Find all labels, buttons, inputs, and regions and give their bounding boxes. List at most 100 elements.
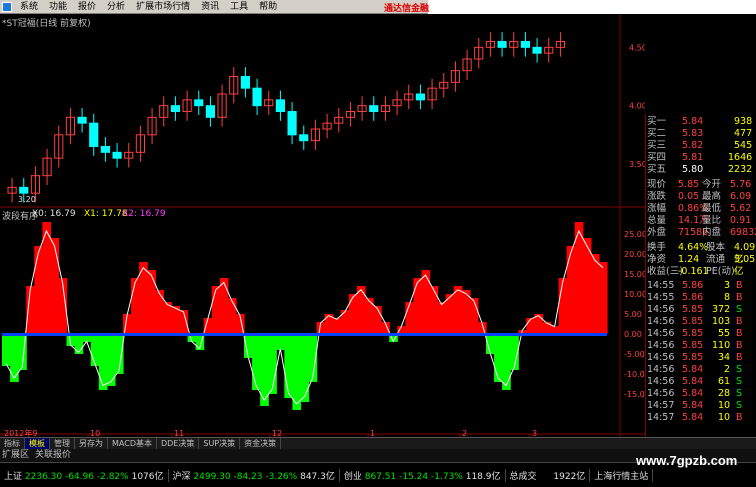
indicator-bar <box>526 318 535 334</box>
indicator-tab[interactable]: MACD基本 <box>108 438 157 449</box>
quote-row: 现价 5.85 今开 5.76 <box>646 179 754 191</box>
indicator-bar <box>155 290 164 334</box>
quote-row: 买二 5.83 477 <box>646 128 754 140</box>
kline-candle <box>89 122 99 147</box>
indicator-bar <box>502 334 511 390</box>
bid-label: 买一 <box>647 116 667 127</box>
indicator-tab[interactable]: DDE决策 <box>157 438 200 449</box>
indicator-bar <box>566 246 576 334</box>
kline-candle <box>287 111 297 136</box>
tick-price: 5.85 <box>682 352 704 363</box>
indicator-bar <box>494 334 503 382</box>
bid-volume: 477 <box>734 128 753 139</box>
bid-price: 5.83 <box>682 128 704 139</box>
indicator-bar <box>276 334 285 350</box>
indicator-bar <box>340 310 350 334</box>
tick-volume: 28 <box>718 388 731 399</box>
tick-price: 5.84 <box>682 364 704 375</box>
stat-value: 5.62 <box>730 203 752 214</box>
tick-price: 5.85 <box>682 316 704 327</box>
tick-flag: B <box>736 412 743 423</box>
tick-volume: 34 <box>718 352 731 363</box>
brand-text: 通达信金融 <box>384 4 430 14</box>
status-site[interactable]: 上海行情主站 <box>590 468 654 482</box>
stat-value: -0.161 <box>678 266 709 277</box>
quote-row: 外盘71586内盘69832 <box>646 227 756 239</box>
tick-flag: S <box>736 400 743 411</box>
zone-related-quote[interactable]: 关联报价 <box>35 449 71 462</box>
quote-row: 涨跌 0.05 最高 6.09 <box>646 191 754 203</box>
zero-band <box>2 333 607 336</box>
kline-candle <box>252 87 262 107</box>
menu-analysis[interactable]: 分析 <box>102 0 131 14</box>
indicator-bar <box>373 306 382 334</box>
quote-row: 14:57 5.84 10 B <box>646 412 754 424</box>
chart-canvas[interactable]: 4.504.003.503.2025.0020.0015.0010.005.00… <box>0 14 645 437</box>
stat-label: 涨幅 <box>647 203 667 214</box>
status-hs[interactable]: 沪深 2499.30 -84.23 -3.26% 847.3亿 <box>169 468 340 482</box>
indicator-x2: X2: 16.79 <box>122 209 166 219</box>
tick-flag: S <box>736 304 743 315</box>
indicator-bar <box>469 298 479 334</box>
indicator-tab[interactable]: 管理 <box>50 438 75 449</box>
stat-label: 净资 <box>647 254 667 265</box>
tick-flag: S <box>736 376 743 387</box>
quote-row: 涨幅 0.86% 最低 5.62 <box>646 203 754 215</box>
stat-label: 最低 <box>702 203 722 214</box>
price-tick-label: 4.00 <box>629 102 645 111</box>
tick-price: 5.84 <box>682 388 704 399</box>
stat-value: 0.91 <box>730 215 752 226</box>
tick-time: 14:55 <box>647 292 675 303</box>
tick-flag: S <box>736 388 743 399</box>
kline-candle <box>19 186 29 194</box>
tick-volume: 61 <box>718 376 731 387</box>
tick-volume: 55 <box>718 328 731 339</box>
menu-extended-market[interactable]: 扩展市场行情 <box>131 0 196 14</box>
status-sh[interactable]: 上证 2236.30 -64.96 -2.82% 1076亿 <box>0 468 169 482</box>
zone-extended[interactable]: 扩展区 <box>2 449 29 462</box>
indicator-bar <box>429 286 439 334</box>
indicator-tab[interactable]: 模板 <box>25 438 50 449</box>
menu-help[interactable]: 帮助 <box>254 0 283 14</box>
indicator-tab[interactable]: 指标 <box>0 438 25 449</box>
indicator-bar <box>598 262 608 334</box>
indicator-bar <box>284 334 293 398</box>
status-cy[interactable]: 创业 867.51 -15.24 -1.73% 118.9亿 <box>340 468 506 482</box>
menu-function[interactable]: 功能 <box>44 0 73 14</box>
bid-price: 5.81 <box>682 152 704 163</box>
indicator-bar <box>211 286 221 334</box>
indicator-tab[interactable]: 另存为 <box>75 438 108 449</box>
tick-volume: 10 <box>718 412 731 423</box>
stat-value: 4.64% <box>678 242 709 253</box>
quote-row: 买四 5.81 1646 <box>646 152 754 164</box>
menu-quote[interactable]: 报价 <box>73 0 102 14</box>
tick-time: 14:56 <box>647 304 675 315</box>
indicator-tick-label: 5.00 <box>624 310 642 319</box>
indicator-bar <box>74 334 84 354</box>
indicator-bar <box>90 334 100 366</box>
quote-row: 14:55 5.86 3 B <box>646 280 754 292</box>
tick-time: 14:56 <box>647 364 675 375</box>
tick-price: 5.85 <box>682 328 704 339</box>
date-tick-label: 10 <box>90 429 100 437</box>
date-tick-label: 3 <box>532 429 537 437</box>
indicator-tick-label: 15.00 <box>624 270 645 279</box>
indicator-tab[interactable]: 资金决策 <box>240 438 282 449</box>
app-icon[interactable] <box>2 1 12 12</box>
kline-candle <box>532 46 542 54</box>
menu-news[interactable]: 资讯 <box>196 0 225 14</box>
menu-tools[interactable]: 工具 <box>225 0 254 14</box>
chart-area[interactable]: 4.50 4.00 3.50 3.20 25.00 20.00 15.00 10.00 5.00… <box>0 14 645 437</box>
tick-price: 5.84 <box>682 376 704 387</box>
menu-system[interactable]: 系统 <box>15 0 44 14</box>
stat-value: - <box>734 266 738 277</box>
watermark: www.7gpzb.com <box>636 453 738 468</box>
indicator-tick-label: 0.00 <box>624 330 642 339</box>
stat-value: 0.05 <box>678 191 700 202</box>
stock-title: *ST冠福(日线 前复权) <box>2 19 91 29</box>
bid-label: 买五 <box>647 164 667 175</box>
stat-label: 股本 <box>706 242 726 253</box>
indicator-tab[interactable]: SUP决策 <box>199 438 241 449</box>
date-tick-label: 2012年9 <box>4 428 37 437</box>
kline-candle <box>100 146 111 153</box>
